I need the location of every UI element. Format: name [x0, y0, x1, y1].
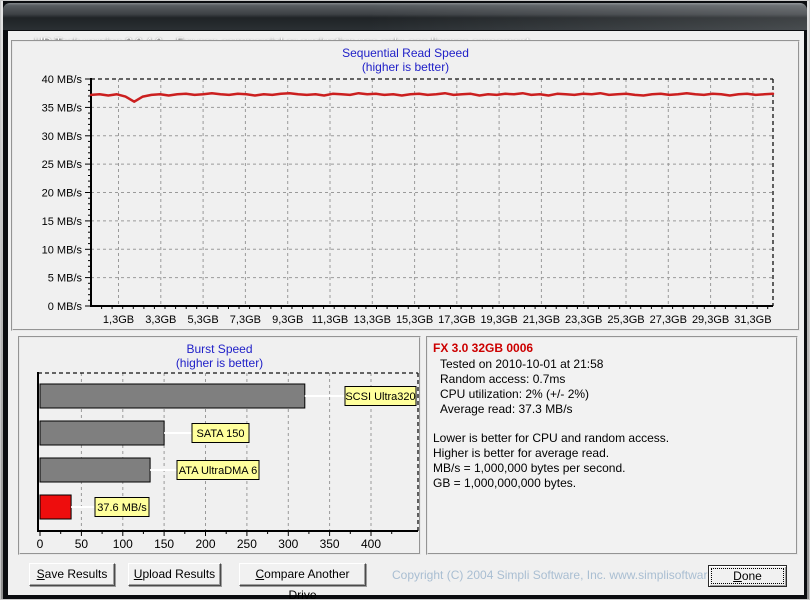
svg-text:17,3GB: 17,3GB	[438, 314, 475, 326]
svg-text:15,3GB: 15,3GB	[396, 314, 433, 326]
svg-text:200: 200	[195, 537, 215, 551]
note-line: Higher is better for average read.	[433, 446, 610, 460]
svg-text:27,3GB: 27,3GB	[650, 314, 687, 326]
svg-text:0 MB/s: 0 MB/s	[48, 301, 83, 313]
svg-text:25,3GB: 25,3GB	[607, 314, 644, 326]
window-right-edge	[807, 1, 809, 599]
svg-text:SCSI Ultra320: SCSI Ultra320	[345, 391, 415, 403]
note-line: MB/s = 1,000,000 bytes per second.	[433, 461, 626, 475]
done-button[interactable]: Done	[708, 565, 787, 587]
hdtach-window: HD Tach version 3.0.4.0 - For non-commer…	[0, 0, 810, 600]
svg-text:25 MB/s: 25 MB/s	[42, 159, 83, 171]
title-bar[interactable]: HD Tach version 3.0.4.0 - For non-commer…	[3, 3, 807, 49]
svg-text:9,3GB: 9,3GB	[272, 314, 303, 326]
svg-text:5 MB/s: 5 MB/s	[48, 273, 83, 285]
svg-text:100: 100	[113, 537, 133, 551]
svg-text:SATA 150: SATA 150	[197, 428, 245, 440]
svg-text:1,3GB: 1,3GB	[103, 314, 134, 326]
burst-chart-subtitle: (higher is better)	[175, 356, 264, 370]
svg-text:ATA UltraDMA 6: ATA UltraDMA 6	[179, 465, 257, 477]
svg-text:350: 350	[320, 537, 340, 551]
svg-text:20 MB/s: 20 MB/s	[42, 188, 83, 200]
window-left-edge	[1, 1, 3, 599]
cpu-utilization-line: CPU utilization: 2% (+/- 2%)	[440, 387, 590, 401]
info-notes: Lower is better for CPU and random acces…	[433, 431, 791, 491]
copyright-text: Copyright (C) 2004 Simpli Software, Inc.…	[392, 568, 741, 582]
svg-text:23,3GB: 23,3GB	[565, 314, 602, 326]
svg-text:3,3GB: 3,3GB	[145, 314, 176, 326]
svg-text:13,3GB: 13,3GB	[354, 314, 391, 326]
note-line: Lower is better for CPU and random acces…	[433, 431, 670, 445]
svg-text:29,3GB: 29,3GB	[692, 314, 729, 326]
svg-text:37.6 MB/s: 37.6 MB/s	[97, 502, 147, 514]
svg-text:150: 150	[154, 537, 174, 551]
svg-text:15 MB/s: 15 MB/s	[42, 216, 83, 228]
svg-text:400: 400	[361, 537, 381, 551]
average-read-line: Average read: 37.3 MB/s	[440, 402, 573, 416]
burst-chart-title: Burst Speed	[186, 342, 253, 356]
svg-text:300: 300	[278, 537, 298, 551]
compare-another-drive-button[interactable]: Compare Another Drive	[239, 563, 366, 599]
svg-text:19,3GB: 19,3GB	[480, 314, 517, 326]
save-results-button[interactable]: Save Results	[29, 563, 115, 586]
tested-on-line: Tested on 2010-10-01 at 21:58	[440, 357, 604, 371]
sequential-chart-title: Sequential Read Speed	[342, 46, 469, 60]
svg-text:35 MB/s: 35 MB/s	[42, 102, 83, 114]
svg-text:31,3GB: 31,3GB	[734, 314, 771, 326]
svg-text:5,3GB: 5,3GB	[188, 314, 219, 326]
svg-text:250: 250	[237, 537, 257, 551]
random-access-line: Random access: 0.7ms	[440, 372, 566, 386]
svg-text:7,3GB: 7,3GB	[230, 314, 261, 326]
drive-info-content: FX 3.0 32GB 0006 Tested on 2010-10-01 at…	[433, 341, 791, 491]
svg-text:10 MB/s: 10 MB/s	[42, 244, 83, 256]
drive-name: FX 3.0 32GB 0006	[433, 341, 534, 355]
sequential-read-chart: 40 MB/s 35 MB/s 30 MB/s 25 MB/s 20 MB/s 15 MB…	[42, 74, 775, 326]
sequential-chart-subtitle: (higher is better)	[361, 60, 450, 74]
svg-text:30 MB/s: 30 MB/s	[42, 131, 83, 143]
svg-text:50: 50	[75, 537, 89, 551]
upload-results-button[interactable]: Upload Results	[128, 563, 221, 586]
svg-text:11,3GB: 11,3GB	[312, 314, 349, 326]
svg-text:21,3GB: 21,3GB	[523, 314, 560, 326]
svg-text:40 MB/s: 40 MB/s	[42, 74, 83, 86]
svg-text:0: 0	[37, 537, 44, 551]
burst-speed-chart: SCSI Ultra320 SATA 150 ATA UltraDMA 6 37.6 …	[37, 372, 419, 551]
note-line: GB = 1,000,000,000 bytes.	[433, 476, 577, 490]
